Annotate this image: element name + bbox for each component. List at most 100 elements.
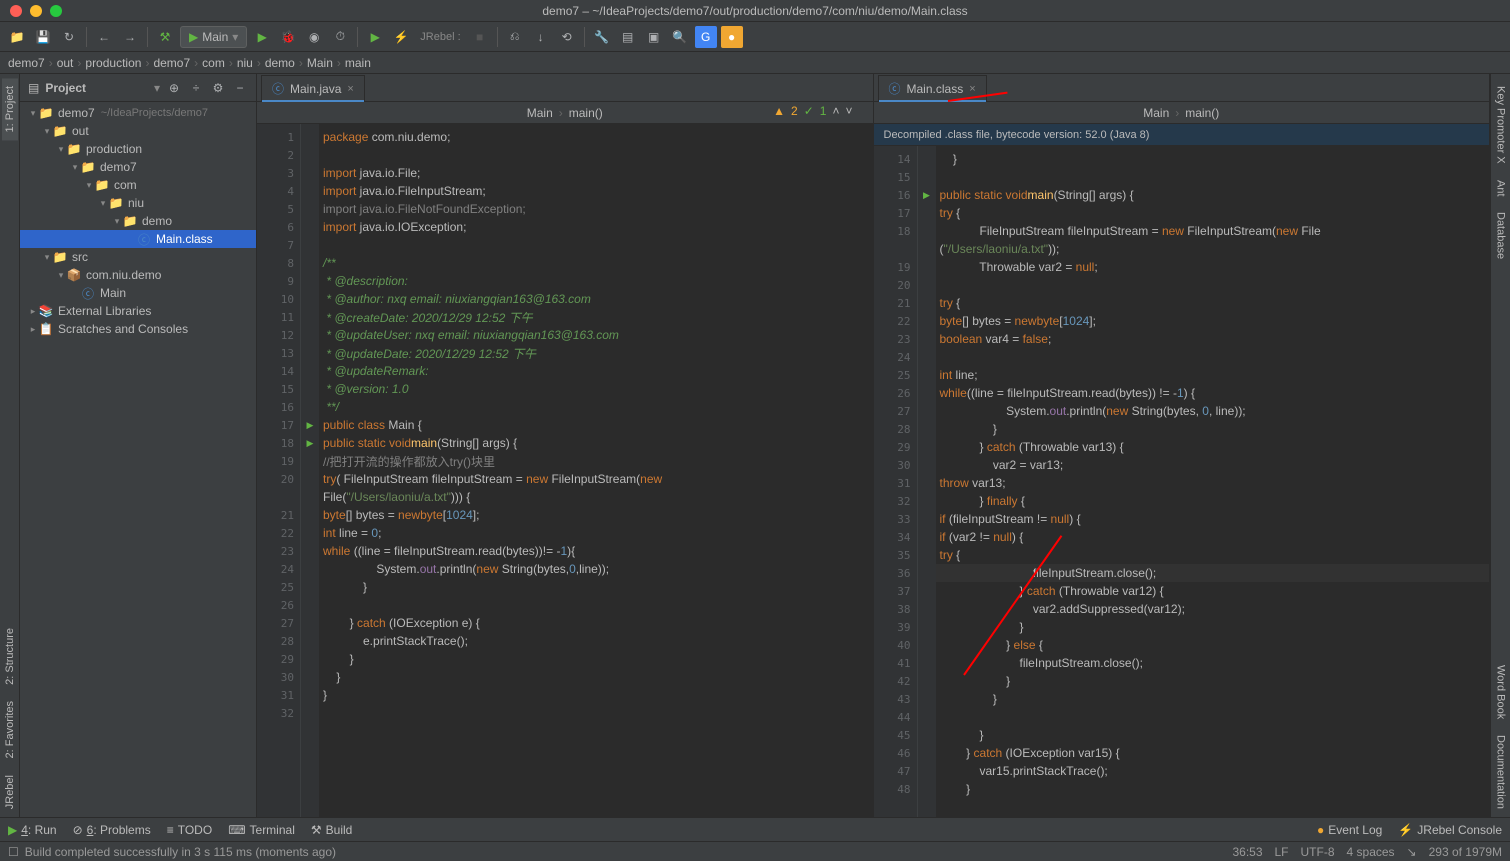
titlebar: demo7 – ~/IdeaProjects/demo7/out/product… [0, 0, 1510, 22]
breadcrumb-item[interactable]: demo7 [153, 56, 190, 70]
translate-icon[interactable]: G [695, 26, 717, 48]
run-config-selector[interactable]: ▶Main▾ [180, 26, 247, 48]
project-tree[interactable]: ▾📁demo7~/IdeaProjects/demo7▾📁out▾📁produc… [20, 102, 256, 817]
main-toolbar: 📁 💾 ↻ ← → ⚒ ▶Main▾ ▶ 🐞 ◉ ⏱ ▶ ⚡ JRebel : … [0, 22, 1510, 52]
status-bar: ☐ Build completed successfully in 3 s 11… [0, 841, 1510, 861]
tree-node[interactable]: ▾📁demo [20, 212, 256, 230]
save-icon[interactable]: 💾 [32, 26, 54, 48]
breadcrumb-item[interactable]: demo [265, 56, 295, 70]
structure-icon[interactable]: ▤ [617, 26, 639, 48]
decompiled-info-bar: Decompiled .class file, bytecode version… [874, 124, 1490, 146]
jrebel-label: JRebel : [420, 31, 460, 43]
settings-icon[interactable]: 🔧 [591, 26, 613, 48]
encoding[interactable]: UTF-8 [1301, 845, 1335, 859]
jrebel-debug-icon[interactable]: ⚡ [390, 26, 412, 48]
tree-node[interactable]: ⓒMain [20, 284, 256, 302]
build-icon[interactable]: ⚒ [154, 26, 176, 48]
tree-node[interactable]: ⓒMain.class [20, 230, 256, 248]
word-book-button[interactable]: Word Book [1493, 657, 1509, 727]
ant-button[interactable]: Ant [1493, 172, 1509, 205]
maximize-window-button[interactable] [50, 5, 62, 17]
event-log-button[interactable]: ●Event Log [1317, 823, 1382, 837]
todo-tool-button[interactable]: ≡TODO [167, 823, 212, 837]
jrebel-console-button[interactable]: ⚡JRebel Console [1398, 823, 1502, 837]
terminal-tool-button[interactable]: ⌨Terminal [228, 823, 295, 837]
project-tool-button[interactable]: 1: Project [2, 78, 18, 140]
coverage-icon[interactable]: ◉ [303, 26, 325, 48]
tree-node[interactable]: ▸📚External Libraries [20, 302, 256, 320]
breadcrumb-item[interactable]: production [85, 56, 141, 70]
left-tool-gutter: 1: Project 2: Structure 2: Favorites JRe… [0, 74, 20, 817]
tree-node[interactable]: ▾📁src [20, 248, 256, 266]
minimize-window-button[interactable] [30, 5, 42, 17]
tree-node[interactable]: ▾📁production [20, 140, 256, 158]
key-promoter-button[interactable]: Key Promoter X [1493, 78, 1509, 172]
indent[interactable]: 4 spaces [1347, 845, 1395, 859]
jrebel-tool-button[interactable]: JRebel [2, 767, 18, 817]
sidebar-header: ▤ Project ▾ ⊕ ÷ ⚙ − [20, 74, 256, 102]
tree-node[interactable]: ▾📁out [20, 122, 256, 140]
profile-icon[interactable]: ⏱ [329, 26, 351, 48]
close-window-button[interactable] [10, 5, 22, 17]
expand-all-icon[interactable]: ÷ [188, 80, 204, 96]
goto-icon[interactable]: ↘ [1407, 845, 1417, 859]
left-editor: ⓒ Main.java × Main›main() ▲2 ✓1 ˄ ˅ 1234… [257, 74, 874, 817]
breadcrumb-item[interactable]: com [202, 56, 225, 70]
run-tool-button[interactable]: ▶4: Run [8, 823, 57, 837]
tree-node[interactable]: ▾📁com [20, 176, 256, 194]
tree-node[interactable]: ▾📁demo7 [20, 158, 256, 176]
select-opened-icon[interactable]: ⊕ [166, 80, 182, 96]
window-title: demo7 – ~/IdeaProjects/demo7/out/product… [542, 4, 967, 18]
sdk-icon[interactable]: ▣ [643, 26, 665, 48]
tree-node[interactable]: ▾📁demo7~/IdeaProjects/demo7 [20, 104, 256, 122]
forward-icon[interactable]: → [119, 26, 141, 48]
breadcrumb-item[interactable]: niu [237, 56, 253, 70]
vcs-history-icon[interactable]: ⟲ [556, 26, 578, 48]
breadcrumb-item[interactable]: out [57, 56, 74, 70]
database-button[interactable]: Database [1493, 204, 1509, 267]
line-separator[interactable]: LF [1275, 845, 1289, 859]
chevron-down-icon[interactable]: ˅ [845, 104, 852, 118]
breadcrumb-item[interactable]: demo7 [8, 56, 45, 70]
vcs-icon[interactable]: ⎌ [504, 26, 526, 48]
favorites-tool-button[interactable]: 2: Favorites [2, 693, 18, 766]
ok-icon[interactable]: ✓ [804, 104, 814, 118]
status-message: Build completed successfully in 3 s 115 … [25, 845, 336, 859]
project-sidebar: ▤ Project ▾ ⊕ ÷ ⚙ − ▾📁demo7~/IdeaProject… [20, 74, 257, 817]
close-icon[interactable]: × [969, 83, 975, 95]
warning-icon[interactable]: ▲ [773, 104, 785, 118]
search-icon[interactable]: 🔍 [669, 26, 691, 48]
debug-icon[interactable]: 🐞 [277, 26, 299, 48]
run-icon[interactable]: ▶ [251, 26, 273, 48]
problems-tool-button[interactable]: ⊘6: Problems [73, 823, 151, 837]
tab-main-class[interactable]: ⓒ Main.class × [878, 75, 987, 101]
hide-icon[interactable]: − [232, 80, 248, 96]
tree-node[interactable]: ▸📋Scratches and Consoles [20, 320, 256, 338]
jrebel-run-icon[interactable]: ▶ [364, 26, 386, 48]
bottom-toolbar: ▶4: Run ⊘6: Problems ≡TODO ⌨Terminal ⚒Bu… [0, 817, 1510, 841]
build-tool-button[interactable]: ⚒Build [311, 823, 352, 837]
breadcrumb-item[interactable]: main [345, 56, 371, 70]
structure-tool-button[interactable]: 2: Structure [2, 620, 18, 693]
right-tool-gutter: Key Promoter X Ant Database Word Book Do… [1490, 74, 1510, 817]
window-controls [0, 5, 62, 17]
documentation-button[interactable]: Documentation [1493, 727, 1509, 817]
chevron-up-icon[interactable]: ˄ [832, 104, 839, 118]
tree-node[interactable]: ▾📁niu [20, 194, 256, 212]
back-icon[interactable]: ← [93, 26, 115, 48]
sync-icon[interactable]: ↻ [58, 26, 80, 48]
stop-icon: ■ [469, 26, 491, 48]
memory-indicator[interactable]: 293 of 1979M [1429, 845, 1502, 859]
open-icon[interactable]: 📁 [6, 26, 28, 48]
editor-breadcrumb-left: Main›main() ▲2 ✓1 ˄ ˅ [257, 102, 873, 124]
tab-main-java[interactable]: ⓒ Main.java × [261, 75, 365, 101]
cursor-position[interactable]: 36:53 [1232, 845, 1262, 859]
close-icon[interactable]: × [347, 83, 353, 95]
vcs-update-icon[interactable]: ↓ [530, 26, 552, 48]
misc-icon[interactable]: ● [721, 26, 743, 48]
code-area-right[interactable]: 1415161718192021222324252627282930313233… [874, 146, 1490, 817]
breadcrumb-item[interactable]: Main [307, 56, 333, 70]
code-area-left[interactable]: 1234567891011121314151617181920212223242… [257, 124, 873, 817]
tree-node[interactable]: ▾📦com.niu.demo [20, 266, 256, 284]
gear-icon[interactable]: ⚙ [210, 80, 226, 96]
